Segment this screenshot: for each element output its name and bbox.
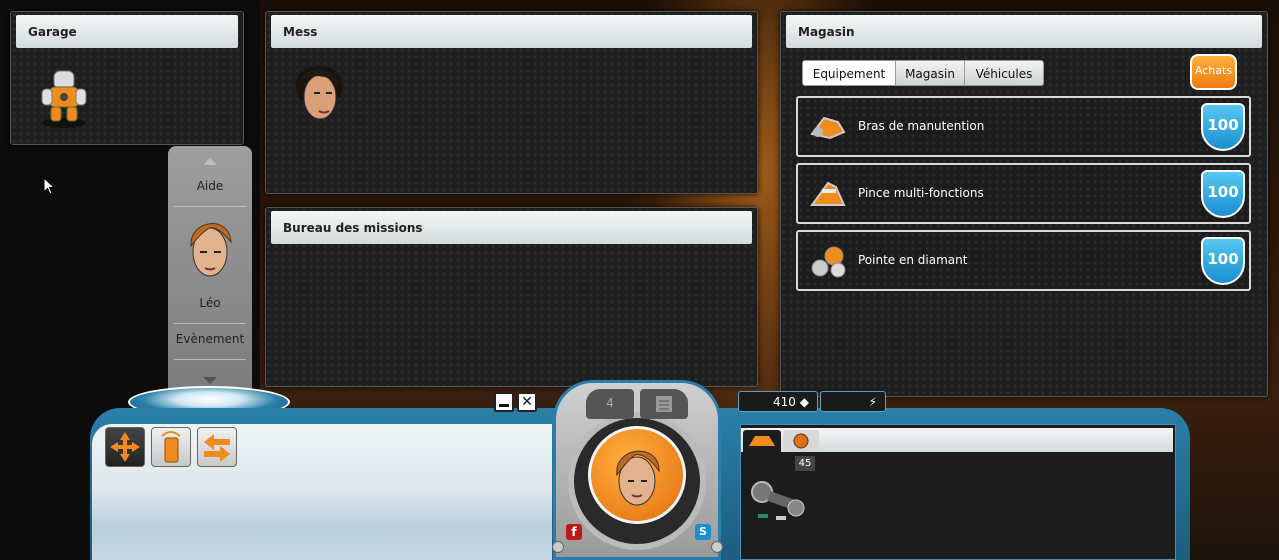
- close-icon: ✕: [521, 394, 533, 410]
- menu-item-aide[interactable]: Aide: [168, 179, 252, 193]
- scroll-down-icon[interactable]: [203, 377, 217, 384]
- facebook-button[interactable]: f: [566, 524, 582, 540]
- price-badge[interactable]: 100: [1201, 237, 1245, 285]
- inventory-count: 45: [798, 458, 812, 469]
- multi-tool-pliers-icon: [808, 175, 848, 213]
- screw-decoration: [552, 541, 564, 553]
- facebook-icon: f: [571, 525, 577, 539]
- character-avatar[interactable]: [185, 212, 235, 286]
- credits-value: 410: [773, 395, 796, 409]
- price-badge[interactable]: 100: [1201, 103, 1245, 151]
- skype-button[interactable]: S: [695, 524, 711, 540]
- credits-counter: 410 ◆: [738, 391, 818, 412]
- price-badge[interactable]: 100: [1201, 170, 1245, 218]
- ore-icon: [793, 433, 809, 449]
- tab-magasin[interactable]: Magasin: [895, 60, 965, 86]
- close-button[interactable]: ✕: [517, 392, 537, 412]
- shop-title: Magasin: [786, 15, 1262, 48]
- parts-icon: [749, 436, 775, 446]
- achats-button[interactable]: Achats: [1190, 54, 1237, 90]
- diamond-drill-icon: [808, 242, 848, 280]
- chat-count: 4: [606, 396, 614, 410]
- menu-item-evenement[interactable]: Evènement: [168, 332, 252, 346]
- minimize-button[interactable]: [494, 392, 514, 412]
- tab-vehicules[interactable]: Véhicules: [964, 60, 1044, 86]
- mouse-cursor-icon: [43, 176, 56, 195]
- item-name: Pince multi-fonctions: [858, 186, 984, 200]
- tab-vehicle-parts[interactable]: [743, 430, 781, 452]
- phone-icon: [161, 431, 181, 463]
- item-name: Bras de manutention: [858, 119, 985, 133]
- robotic-arm-icon: [808, 108, 848, 146]
- tab-equipement[interactable]: Equipement: [802, 60, 896, 86]
- mess-title: Mess: [271, 15, 752, 48]
- shop-item[interactable]: Pince multi-fonctions 100: [796, 163, 1251, 224]
- mess-panel: Mess: [265, 11, 758, 194]
- garage-panel: Garage: [10, 11, 244, 145]
- scroll-up-icon[interactable]: [203, 158, 217, 165]
- item-name: Pointe en diamant: [858, 253, 968, 267]
- achats-label: Achats: [1194, 64, 1233, 77]
- notes-button[interactable]: [640, 389, 688, 419]
- missions-panel: Bureau des missions: [265, 207, 758, 387]
- robot-icon[interactable]: [39, 67, 89, 128]
- phone-button[interactable]: [151, 427, 191, 467]
- screw-decoration: [711, 541, 723, 553]
- swap-arrows-icon: [204, 434, 230, 462]
- garage-title: Garage: [16, 15, 238, 48]
- lightning-icon: ⚡: [868, 395, 877, 409]
- missions-title: Bureau des missions: [271, 211, 752, 244]
- chat-count-button[interactable]: 4: [586, 389, 634, 419]
- player-portrait-button[interactable]: [588, 426, 686, 524]
- inventory-count-badge: 45: [795, 456, 815, 471]
- notes-icon: [656, 396, 672, 412]
- move-arrows-icon: [110, 432, 140, 462]
- side-menu: Aide Léo Evènement: [168, 146, 252, 396]
- skype-icon: S: [699, 525, 707, 538]
- shop-item[interactable]: Bras de manutention 100: [796, 96, 1251, 157]
- credits-icon: ◆: [799, 395, 809, 409]
- npc-portrait-avatar[interactable]: [286, 57, 350, 129]
- menu-character-name: Léo: [199, 296, 221, 310]
- swap-button[interactable]: [197, 427, 237, 467]
- player-avatar: [616, 450, 660, 506]
- energy-counter: ⚡: [820, 391, 886, 412]
- tab-resources[interactable]: [783, 430, 819, 452]
- move-arrows-button[interactable]: [105, 427, 145, 467]
- inventory-item-icon[interactable]: [746, 474, 814, 530]
- shop-item[interactable]: Pointe en diamant 100: [796, 230, 1251, 291]
